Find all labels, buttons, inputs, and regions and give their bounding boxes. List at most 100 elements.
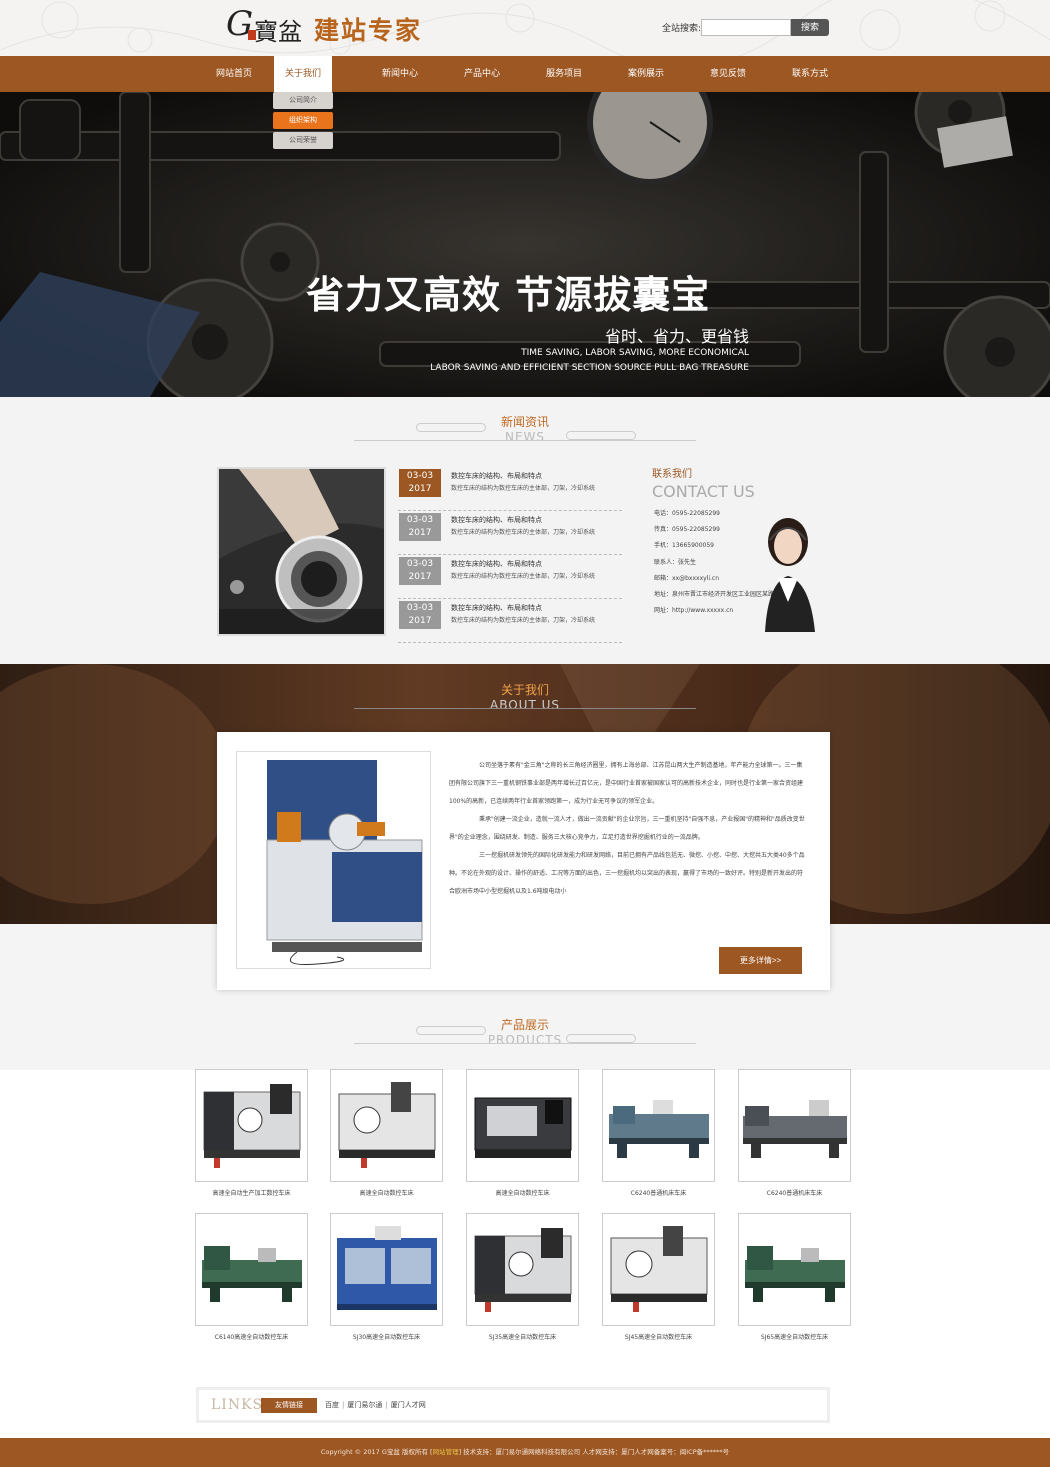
product-image[interactable] [602, 1213, 715, 1326]
product-card[interactable]: SJ35高速全自动数控车床 [466, 1213, 579, 1341]
contact-website[interactable]: 网址：http://www.xxxxx.cn [654, 605, 774, 621]
links-label: LINKS [211, 1397, 264, 1413]
nav-item-cases[interactable]: 案例展示 [605, 56, 687, 92]
product-card[interactable]: SJ30高速全自动数控车床 [330, 1213, 443, 1341]
product-machine-illustration [603, 1070, 714, 1181]
product-caption[interactable]: 高速全自动数控车床 [466, 1188, 579, 1197]
products-title-ornament-left [416, 1026, 486, 1035]
product-image[interactable] [466, 1069, 579, 1182]
product-image[interactable] [195, 1069, 308, 1182]
submenu-item-honors[interactable]: 公司荣誉 [273, 132, 333, 149]
product-card[interactable]: SJ65高速全自动数控车床 [738, 1213, 851, 1341]
link-item[interactable]: 百度 [325, 1401, 339, 1409]
product-image[interactable] [738, 1213, 851, 1326]
news-title-divider [354, 440, 696, 441]
news-title-en: NEWS [504, 430, 546, 444]
contact-block: 联系我们 CONTACT US [652, 465, 832, 501]
bearing-photo [219, 469, 384, 634]
product-machine-illustration [331, 1070, 442, 1181]
product-card[interactable]: C6240普通机床车床 [602, 1069, 715, 1197]
product-image[interactable] [738, 1069, 851, 1182]
search-input[interactable] [701, 19, 791, 36]
product-card[interactable]: C6240普通机床车床 [738, 1069, 851, 1197]
news-title[interactable]: 数控车床的结构、布局和特点 [451, 471, 542, 481]
contact-address: 地址：泉州市晋江市经济开发区工业园区某路 [654, 590, 775, 598]
product-caption[interactable]: SJ35高速全自动数控车床 [466, 1332, 579, 1341]
nav-item-contact[interactable]: 联系方式 [769, 56, 851, 92]
link-separator: | [385, 1401, 388, 1409]
news-featured-image[interactable] [217, 467, 386, 636]
news-title[interactable]: 数控车床的结构、布局和特点 [451, 603, 542, 613]
about-paragraph: 秉承"创建一流企业，造就一流人才，做出一流贡献"的企业宗旨，三一重机坚持"自强不… [449, 816, 805, 841]
banner-english-line-1: TIME SAVING, LABOR SAVING, MORE ECONOMIC… [521, 348, 749, 358]
product-machine-illustration [467, 1070, 578, 1181]
search-button[interactable]: 搜索 [791, 19, 829, 36]
product-card[interactable]: C6140高速全自动数控车床 [195, 1213, 308, 1341]
contact-title-cn: 联系我们 [652, 469, 692, 480]
news-date-day: 03-03 [406, 515, 434, 525]
product-caption[interactable]: SJ45高速全自动数控车床 [602, 1332, 715, 1341]
product-image[interactable] [602, 1069, 715, 1182]
nav-item-services[interactable]: 服务项目 [523, 56, 605, 92]
submenu-item-profile[interactable]: 公司简介 [273, 92, 333, 109]
product-caption[interactable]: C6140高速全自动数控车床 [195, 1332, 308, 1341]
contact-fax: 传真：0595-22085299 [654, 526, 720, 534]
product-card[interactable]: 高速全自动数控车床 [466, 1069, 579, 1197]
footer-admin-link[interactable]: 网站管理 [433, 1448, 459, 1456]
product-machine-illustration [467, 1214, 578, 1325]
contact-phone: 电话：0595-22085299 [654, 510, 720, 517]
banner-title: 省力又高效 节源拔囊宝 [306, 273, 711, 317]
product-machine-illustration [603, 1214, 714, 1325]
customer-service-operator-image [765, 518, 815, 632]
product-caption[interactable]: C6240普通机床车床 [602, 1188, 715, 1197]
nav-item-news[interactable]: 新闻中心 [359, 56, 441, 92]
product-caption[interactable]: SJ30高速全自动数控车床 [330, 1332, 443, 1341]
site-logo[interactable]: G 寶盆 建站专家 [226, 4, 432, 48]
news-list: 03-03 2017 数控车床的结构、布局和特点 数控车床的结构为数控车床的主体部… [398, 467, 622, 643]
site-footer: Copyright © 2017 G宝盆 版权所有 [网站管理] 技术支持：厦门… [0, 1438, 1050, 1467]
about-paragraph: 公司坐落于素有"金三角"之称的长三角经济圈里，拥有上海总部、江苏昆山两大生产制造… [449, 762, 804, 805]
product-card[interactable]: 高速全自动数控车床 [330, 1069, 443, 1197]
news-date-day: 03-03 [406, 603, 434, 613]
contact-person: 联系人：张先生 [654, 558, 697, 566]
contact-mobile: 手机：13665900059 [654, 542, 714, 550]
product-caption[interactable]: 高速全自动数控车床 [330, 1188, 443, 1197]
product-image[interactable] [466, 1213, 579, 1326]
news-title[interactable]: 数控车床的结构、布局和特点 [451, 559, 542, 569]
nav-item-home[interactable]: 网站首页 [193, 56, 275, 92]
banner-subtitle: 省时、省力、更省钱 [604, 327, 749, 346]
nav-item-products[interactable]: 产品中心 [441, 56, 523, 92]
nav-item-feedback[interactable]: 意见反馈 [687, 56, 769, 92]
product-card[interactable]: SJ45高速全自动数控车床 [602, 1213, 715, 1341]
contact-details: 电话：0595-22085299 传真：0595-22085299 手机：136… [654, 508, 774, 621]
about-title-en: ABOUT US [489, 698, 560, 712]
news-item[interactable]: 03-03 2017 数控车床的结构、布局和特点 数控车床的结构为数控车床的主体部… [398, 599, 622, 643]
about-more-button[interactable]: 更多详情>> [719, 947, 802, 974]
product-caption[interactable]: C6240普通机床车床 [738, 1188, 851, 1197]
news-date: 03-03 2017 [399, 557, 441, 585]
header-pattern [0, 0, 1050, 56]
nav-item-about[interactable]: 关于我们 [274, 56, 332, 92]
submenu-item-structure[interactable]: 组织架构 [273, 112, 333, 129]
product-image[interactable] [195, 1213, 308, 1326]
about-machine-image[interactable] [236, 751, 431, 969]
product-image[interactable] [330, 1213, 443, 1326]
products-title-divider [354, 1043, 696, 1044]
product-caption[interactable]: SJ65高速全自动数控车床 [738, 1332, 851, 1341]
product-machine-illustration [196, 1070, 307, 1181]
news-item[interactable]: 03-03 2017 数控车床的结构、布局和特点 数控车床的结构为数控车床的主体部… [398, 555, 622, 599]
news-date: 03-03 2017 [399, 469, 441, 497]
news-item[interactable]: 03-03 2017 数控车床的结构、布局和特点 数控车床的结构为数控车床的主体部… [398, 511, 622, 555]
product-machine-illustration [739, 1070, 850, 1181]
product-card[interactable]: 高速全自动生产加工数控车床 [195, 1069, 308, 1197]
news-item[interactable]: 03-03 2017 数控车床的结构、布局和特点 数控车床的结构为数控车床的主体部… [398, 467, 622, 511]
news-title[interactable]: 数控车床的结构、布局和特点 [451, 515, 542, 525]
link-item[interactable]: 厦门易尔通 [347, 1401, 382, 1409]
product-image[interactable] [330, 1069, 443, 1182]
news-date-year: 2017 [408, 528, 432, 538]
link-item[interactable]: 厦门人才网 [391, 1401, 426, 1409]
links-tag: 友情链接 [261, 1398, 317, 1413]
logo-bao: 寶盆 [254, 18, 302, 46]
product-caption[interactable]: 高速全自动生产加工数控车床 [195, 1188, 308, 1197]
contact-email[interactable]: 邮箱：xx@bxxxxyli.cn [654, 573, 774, 589]
